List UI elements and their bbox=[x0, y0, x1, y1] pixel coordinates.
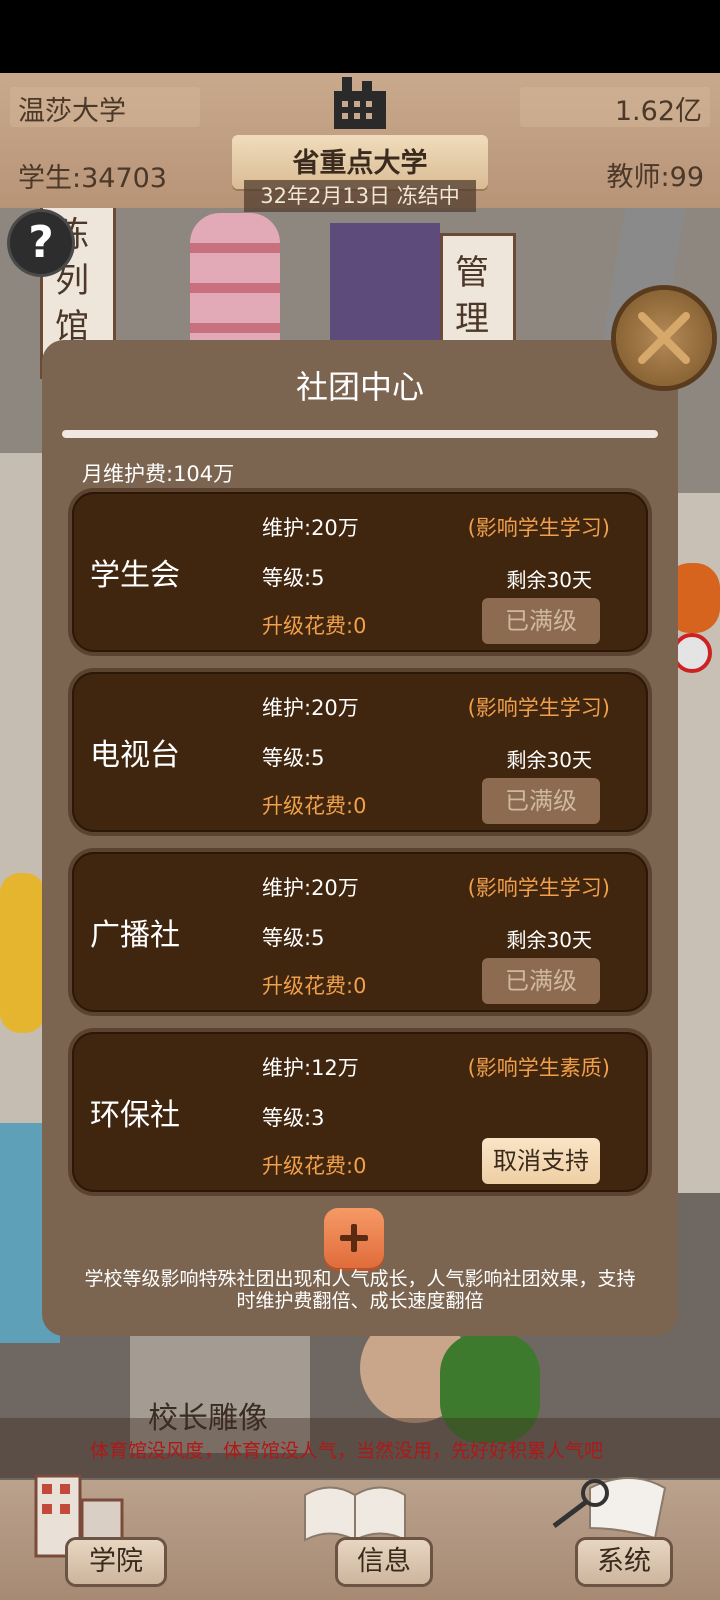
max-level-button[interactable]: 已满级 bbox=[482, 958, 600, 1004]
club-name: 环保社 bbox=[90, 1098, 180, 1133]
hint-line-1: 学校等级影响特殊社团出现和人气成长，人气影响社团效果，支持 bbox=[84, 1268, 636, 1290]
club-card-student-union: 学生会 维护:20万 (影响学生学习) 等级:5 剩余30天 升级花费:0 已满… bbox=[72, 492, 648, 652]
close-icon bbox=[638, 312, 690, 364]
club-level: 等级:5 bbox=[262, 746, 325, 770]
no-entry-sign-icon bbox=[672, 633, 712, 673]
club-name: 学生会 bbox=[90, 558, 180, 593]
school-rank-title: 省重点大学 bbox=[292, 148, 428, 179]
nav-system-label: 系统 bbox=[578, 1540, 670, 1584]
club-effect: (影响学生素质) bbox=[467, 1056, 610, 1080]
club-maintenance: 维护:20万 bbox=[262, 876, 359, 900]
club-card-broadcast: 广播社 维护:20万 (影响学生学习) 等级:5 剩余30天 升级花费:0 已满… bbox=[72, 852, 648, 1012]
hint-line-2: 时维护费翻倍、成长速度翻倍 bbox=[236, 1290, 484, 1312]
plus-icon bbox=[340, 1224, 368, 1252]
dialog-divider bbox=[62, 430, 658, 438]
yellow-trees bbox=[0, 873, 45, 1033]
nav-system[interactable]: 系统 bbox=[550, 1477, 710, 1600]
status-bar bbox=[0, 0, 720, 73]
max-level-button[interactable]: 已满级 bbox=[482, 778, 600, 824]
help-button[interactable]: ? bbox=[10, 212, 72, 274]
nav-college[interactable]: 学院 bbox=[30, 1474, 190, 1600]
club-card-tv-station: 电视台 维护:20万 (影响学生学习) 等级:5 剩余30天 升级花费:0 已满… bbox=[72, 672, 648, 832]
club-upgrade-cost: 升级花费:0 bbox=[262, 1154, 367, 1178]
teacher-count: 教师:99 bbox=[606, 162, 704, 193]
club-maintenance: 维护:12万 bbox=[262, 1056, 359, 1080]
club-center-dialog: 社团中心 月维护费:104万 学生会 维护:20万 (影响学生学习) 等级:5 … bbox=[42, 340, 678, 1336]
student-count: 学生:34703 bbox=[18, 163, 167, 194]
add-club-button[interactable] bbox=[324, 1208, 384, 1268]
club-remaining-days: 剩余30天 bbox=[506, 568, 592, 592]
club-name: 电视台 bbox=[90, 738, 180, 773]
dialog-title: 社团中心 bbox=[295, 368, 424, 406]
close-dialog-button[interactable] bbox=[616, 290, 712, 386]
club-remaining-days: 剩余30天 bbox=[506, 928, 592, 952]
school-name: 温莎大学 bbox=[18, 96, 126, 127]
management-label: 管理 bbox=[455, 253, 489, 339]
monthly-maintenance-fee: 月维护费:104万 bbox=[82, 462, 235, 486]
club-upgrade-cost: 升级花费:0 bbox=[262, 794, 367, 818]
nav-info[interactable]: 信息 bbox=[290, 1480, 450, 1600]
club-level: 等级:3 bbox=[262, 1106, 325, 1130]
ticker-text: 体育馆没风度，体育馆没人气，当然没用，先好好积累人气吧 bbox=[90, 1440, 604, 1462]
money-value: 1.62亿 bbox=[614, 96, 702, 127]
club-upgrade-cost: 升级花费:0 bbox=[262, 614, 367, 638]
club-remaining-days: 剩余30天 bbox=[506, 748, 592, 772]
nav-college-label: 学院 bbox=[68, 1540, 164, 1584]
club-effect: (影响学生学习) bbox=[467, 876, 610, 900]
max-level-button[interactable]: 已满级 bbox=[482, 598, 600, 644]
club-maintenance: 维护:20万 bbox=[262, 516, 359, 540]
bottom-nav: 学院 信息 系统 bbox=[0, 1474, 720, 1600]
nav-info-label: 信息 bbox=[338, 1540, 430, 1584]
club-upgrade-cost: 升级花费:0 bbox=[262, 974, 367, 998]
club-hint-text: 学校等级影响特殊社团出现和人气成长，人气影响社团效果，支持 时维护费翻倍、成长速… bbox=[62, 1268, 658, 1312]
cancel-support-button[interactable]: 取消支持 bbox=[482, 1138, 600, 1184]
open-book-icon bbox=[304, 1486, 406, 1542]
magnifier-icon bbox=[552, 1477, 667, 1540]
club-level: 等级:5 bbox=[262, 926, 325, 950]
club-maintenance: 维护:20万 bbox=[262, 696, 359, 720]
club-card-environmental: 环保社 维护:12万 (影响学生素质) 等级:3 升级花费:0 取消支持 bbox=[72, 1032, 648, 1192]
club-name: 广播社 bbox=[90, 918, 180, 953]
blue-building bbox=[330, 223, 440, 343]
club-effect: (影响学生学习) bbox=[467, 696, 610, 720]
club-level: 等级:5 bbox=[262, 566, 325, 590]
game-date-status: 32年2月13日 冻结中 bbox=[244, 180, 476, 212]
school-building-icon bbox=[334, 77, 386, 129]
club-effect: (影响学生学习) bbox=[467, 516, 610, 540]
